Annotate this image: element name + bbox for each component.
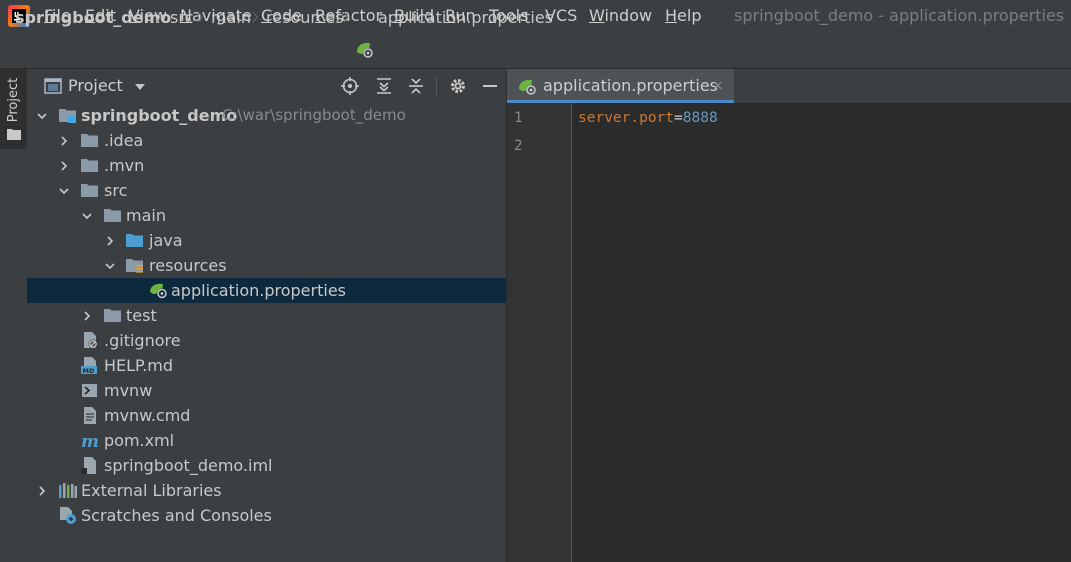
scratches-icon — [60, 507, 76, 524]
tree-label: src — [104, 181, 128, 200]
tree-row-idea[interactable]: .idea — [27, 128, 506, 153]
tree-label: .idea — [104, 131, 144, 150]
svg-text:m: m — [81, 432, 99, 449]
panel-title[interactable]: Project — [68, 76, 123, 96]
line-number: 2 — [514, 138, 523, 154]
locate-file-icon[interactable] — [341, 77, 359, 95]
property-key: server.port — [578, 110, 675, 126]
tree-label: springboot_demo — [81, 106, 238, 125]
svg-text:MD: MD — [83, 367, 95, 374]
property-equals: = — [674, 110, 683, 126]
folder-icon — [104, 209, 121, 222]
line-number: 1 — [514, 110, 523, 126]
breadcrumb-file[interactable]: application.properties — [378, 8, 553, 28]
spring-properties-icon — [519, 79, 536, 95]
tree-row-test[interactable]: test — [27, 303, 506, 328]
shell-script-icon — [82, 384, 97, 397]
tree-label: mvnw — [104, 381, 153, 400]
toolbar-divider — [436, 76, 437, 96]
hide-panel-icon[interactable] — [481, 77, 499, 95]
project-view-icon — [44, 78, 62, 94]
tree-row-main[interactable]: main — [27, 203, 506, 228]
chevron-down-icon[interactable] — [58, 185, 70, 197]
breadcrumb-separator-icon — [156, 11, 162, 23]
maven-icon: m — [81, 432, 99, 449]
text-file-icon — [84, 407, 96, 424]
breadcrumb-src[interactable]: src — [170, 8, 193, 28]
breadcrumb-main[interactable]: main — [211, 8, 251, 28]
tree-row-help-md[interactable]: MD HELP.md — [27, 353, 506, 378]
tree-label: springboot_demo.iml — [104, 456, 273, 475]
tree-label: External Libraries — [81, 481, 222, 500]
tree-label: mvnw.cmd — [104, 406, 191, 425]
ignore-file-icon — [84, 332, 98, 349]
breadcrumb-resources[interactable]: resources — [266, 8, 344, 28]
tree-row-iml[interactable]: springboot_demo.iml — [27, 453, 506, 478]
libraries-icon — [59, 483, 77, 498]
iml-file-icon — [81, 457, 96, 474]
code-line[interactable]: server.port=8888 — [578, 108, 718, 128]
spring-properties-icon — [357, 42, 373, 58]
project-tool-label[interactable]: Project — [6, 72, 22, 128]
folder-icon — [81, 134, 98, 147]
folder-icon — [7, 129, 21, 140]
menu-window[interactable]: Window — [589, 5, 652, 27]
tree-label: main — [126, 206, 166, 225]
collapse-all-icon[interactable] — [407, 77, 425, 95]
tree-row-src[interactable]: src — [27, 178, 506, 203]
folder-icon — [81, 184, 98, 197]
chevron-right-icon[interactable] — [36, 485, 48, 497]
breadcrumb-separator-icon — [343, 11, 349, 23]
chevron-right-icon[interactable] — [81, 310, 93, 322]
tree-label: HELP.md — [104, 356, 174, 375]
tree-row-mvnw-cmd[interactable]: mvnw.cmd — [27, 403, 506, 428]
tree-row-springboot-demo[interactable]: springboot_demo C:\war\springboot_demo — [27, 103, 506, 128]
markdown-file-icon: MD — [81, 357, 97, 374]
gear-icon[interactable] — [449, 77, 467, 95]
chevron-right-icon[interactable] — [58, 160, 70, 172]
menu-help[interactable]: Help — [665, 5, 701, 27]
tree-row-java[interactable]: java — [27, 228, 506, 253]
tree-label: Scratches and Consoles — [81, 506, 272, 525]
spring-properties-icon — [150, 283, 167, 299]
chevron-right-icon[interactable] — [104, 235, 116, 247]
tree-row-external-libraries[interactable]: External Libraries — [27, 478, 506, 503]
resources-folder-icon — [126, 259, 143, 273]
breadcrumb-project[interactable]: springboot_demo — [15, 8, 171, 28]
folder-icon — [104, 309, 121, 322]
tree-row-pom-xml[interactable]: m pom.xml — [27, 428, 506, 453]
tree-row-mvnw[interactable]: mvnw — [27, 378, 506, 403]
tab-label: application.properties — [543, 76, 718, 95]
tree-label: test — [126, 306, 157, 325]
chevron-down-icon[interactable] — [81, 210, 93, 222]
chevron-down-icon[interactable] — [36, 110, 48, 122]
tree-path: C:\war\springboot_demo — [222, 106, 406, 124]
chevron-down-icon[interactable] — [104, 260, 116, 272]
tree-label: .gitignore — [104, 331, 181, 350]
folder-icon — [81, 159, 98, 172]
tree-row-scratches[interactable]: Scratches and Consoles — [27, 503, 506, 528]
code-editor[interactable] — [572, 103, 1071, 562]
tree-label: .mvn — [104, 156, 145, 175]
tree-label: pom.xml — [104, 431, 175, 450]
tree-row-mvn[interactable]: .mvn — [27, 153, 506, 178]
tree-row-gitignore[interactable]: .gitignore — [27, 328, 506, 353]
tree-row-application-properties[interactable]: application.properties — [27, 278, 506, 303]
chevron-down-icon[interactable] — [134, 82, 146, 92]
chevron-right-icon[interactable] — [58, 135, 70, 147]
property-value: 8888 — [682, 110, 718, 126]
tree-row-resources[interactable]: resources — [27, 253, 506, 278]
tree-label: resources — [149, 256, 227, 275]
window-title: springboot_demo - application.properties — [734, 6, 1065, 25]
close-icon[interactable]: × — [712, 79, 724, 93]
line-number-gutter — [507, 103, 572, 562]
module-folder-icon — [59, 109, 76, 123]
breadcrumb — [0, 32, 1071, 69]
breadcrumb-separator-icon — [252, 11, 258, 23]
tree-label: application.properties — [171, 281, 346, 300]
breadcrumb-separator-icon — [197, 11, 203, 23]
expand-all-icon[interactable] — [375, 77, 393, 95]
source-folder-icon — [126, 234, 143, 247]
tree-label: java — [149, 231, 183, 250]
